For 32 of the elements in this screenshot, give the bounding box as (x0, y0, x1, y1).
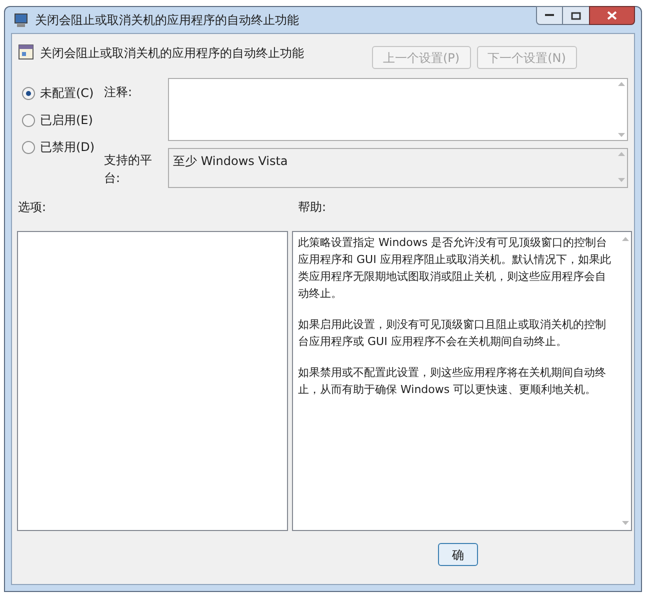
radio-label: 已禁用(D) (40, 139, 95, 156)
computer-icon (13, 12, 29, 28)
help-paragraph: 如果禁用或不配置此设置，则这些应用程序将在关机期间自动终止，从而有助于确保 Windows 可以更快速、更顺利地关机。 (298, 365, 607, 398)
comment-field[interactable] (168, 78, 628, 141)
minimize-icon (545, 14, 554, 17)
scroll-down-icon (622, 521, 628, 525)
scroll-up-icon (618, 82, 624, 86)
scroll-up-icon (618, 152, 624, 156)
radio-label: 已启用(E) (40, 112, 93, 129)
scroll-down-icon (618, 133, 624, 137)
close-button[interactable] (589, 6, 635, 25)
platform-label: 支持的平台: (104, 152, 153, 187)
scroll-up-icon (622, 237, 628, 241)
help-paragraph: 此策略设置指定 Windows 是否允许没有可见顶级窗口的控制台应用程序和 GUI 应用程序阻止或取消关机。默认情况下，如果此类应用程序无限期地试图取消或阻止关机，则这些应用程序会自动终止。 (298, 235, 612, 302)
radio-button[interactable] (22, 86, 35, 100)
window-title: 关闭会阻止或取消关机的应用程序的自动终止功能 (35, 12, 299, 29)
radio-button[interactable] (22, 140, 35, 154)
ok-button[interactable]: 确 (438, 543, 478, 566)
help-paragraph: 如果启用此设置，则没有可见顶级窗口且阻止或取消关机的控制台应用程序或 GUI 应用程序不会在关机期间自动终止。 (298, 317, 607, 350)
options-label: 选项: (18, 199, 48, 216)
maximize-button[interactable] (563, 6, 589, 25)
radio-label: 未配置(C) (40, 85, 94, 102)
radio-button[interactable] (22, 114, 35, 126)
comment-label: 注释: (104, 84, 134, 101)
minimize-button[interactable] (536, 6, 563, 25)
scroll-down-icon (618, 178, 624, 182)
help-label: 帮助: (298, 199, 326, 216)
platform-value: 至少 Windows Vista (173, 153, 288, 170)
close-icon (607, 11, 617, 20)
maximize-icon (571, 12, 581, 20)
policy-title: 关闭会阻止或取消关机的应用程序的自动终止功能 (40, 45, 305, 62)
settings-page-icon (18, 44, 34, 60)
